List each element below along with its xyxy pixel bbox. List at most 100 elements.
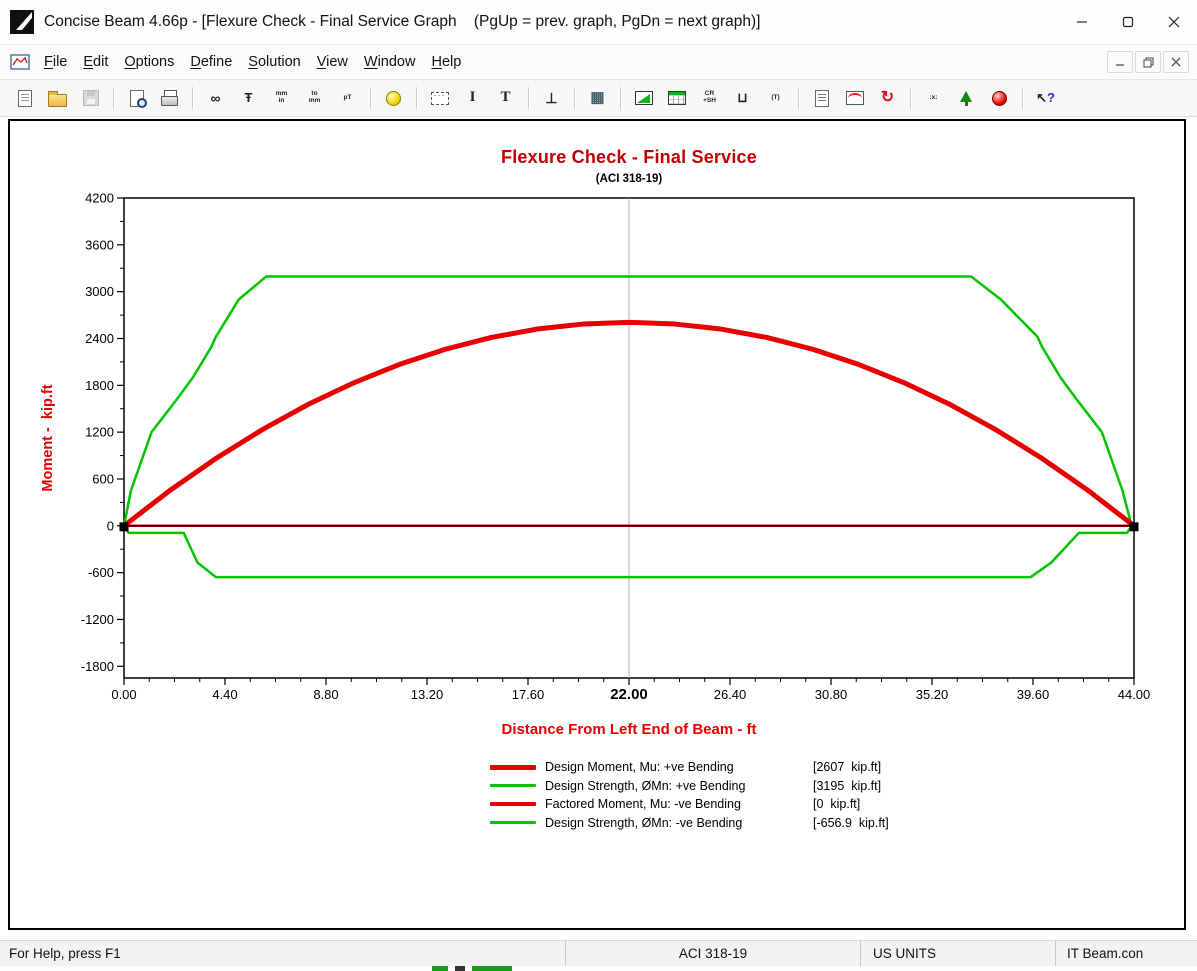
mdi-minimize-button[interactable]	[1107, 51, 1133, 73]
point-load-button[interactable]: pT	[333, 84, 363, 112]
decimal-x-icon: :x:	[930, 95, 938, 102]
units-mm-in-icon: mm in	[276, 91, 288, 105]
mdi-restore-button[interactable]	[1135, 51, 1161, 73]
units-to-mm-icon: to mm	[309, 91, 321, 105]
legend-line-sample	[490, 821, 536, 824]
x-tick-label: 39.60	[1017, 687, 1050, 702]
x-axis-label: Distance From Left End of Beam - ft	[124, 721, 1134, 738]
mdi-close-button[interactable]	[1163, 51, 1189, 73]
open-button[interactable]	[43, 84, 73, 112]
glasses-button[interactable]: ∞	[201, 84, 231, 112]
stirrup-button[interactable]: ⊔	[728, 84, 758, 112]
menu-item-view[interactable]: View	[309, 50, 356, 74]
toolbar-separator	[113, 87, 114, 109]
beam-section-button[interactable]: Ŧ	[234, 84, 264, 112]
y-tick-label: -600	[88, 565, 114, 580]
units-mm-in-button[interactable]: mm in	[267, 84, 297, 112]
graph-window-icon[interactable]	[10, 54, 30, 70]
legend-row: Design Strength, ØMn: +ve Bending[3195 k…	[490, 777, 889, 796]
legend-value: [-656.9 kip.ft]	[813, 816, 889, 830]
menu-item-file[interactable]: File	[36, 50, 75, 74]
legend-line-sample	[490, 784, 536, 787]
recalc-icon: ↻	[881, 90, 894, 107]
chart-legend: Design Moment, Mu: +ve Bending[2607 kip.…	[490, 758, 889, 832]
print-button[interactable]	[155, 84, 185, 112]
mdi-restore-icon	[1143, 57, 1154, 68]
menu-item-help[interactable]: Help	[423, 50, 469, 74]
x-tick-label: 17.60	[512, 687, 545, 702]
legend-line-sample	[490, 802, 536, 806]
context-help-button[interactable]: ↖?	[1031, 84, 1061, 112]
legend-value: [3195 kip.ft]	[813, 779, 881, 793]
t-section-button[interactable]: T	[491, 84, 521, 112]
torsion-button[interactable]: (T)	[761, 84, 791, 112]
menu-item-window[interactable]: Window	[356, 50, 424, 74]
calculator-button[interactable]: ▦	[583, 84, 613, 112]
graph-client-area: Flexure Check - Final Service (ACI 318-1…	[8, 119, 1186, 930]
toolbar-separator	[192, 87, 193, 109]
app-logo-icon	[10, 10, 34, 34]
close-button[interactable]	[1151, 0, 1197, 44]
ball-red-icon	[992, 91, 1007, 106]
series-3	[124, 526, 1132, 577]
y-tick-label: -1800	[81, 659, 114, 674]
menu-item-define[interactable]: Define	[182, 50, 240, 74]
toolbar-separator	[1022, 87, 1023, 109]
i-section-button[interactable]: I	[458, 84, 488, 112]
folder-icon	[48, 94, 67, 107]
question-icon: ?	[1047, 91, 1055, 105]
y-tick-label: 3600	[85, 237, 114, 252]
calculator-icon: ▦	[590, 90, 604, 106]
y-tick-label: 600	[92, 471, 114, 486]
report-button[interactable]	[807, 84, 837, 112]
red-ball-button[interactable]	[985, 84, 1015, 112]
y-tick-label: 1200	[85, 425, 114, 440]
creep-shrinkage-icon: CR +SH	[703, 91, 716, 105]
legend-row: Design Moment, Mu: +ve Bending[2607 kip.…	[490, 758, 889, 777]
menu-item-options[interactable]: Options	[116, 50, 182, 74]
page-icon	[18, 90, 32, 107]
status-file-name: IT Beam.con	[1055, 941, 1197, 966]
decimal-x-button[interactable]: :x:	[919, 84, 949, 112]
menu-items: FileEditOptionsDefineSolutionViewWindowH…	[36, 50, 1107, 74]
support-icon: ⊥	[545, 91, 557, 106]
stirrup-icon: ⊔	[737, 91, 747, 105]
new-button[interactable]	[10, 84, 40, 112]
series-1	[124, 276, 1132, 525]
printer-icon	[161, 93, 178, 106]
close-icon	[1168, 16, 1180, 28]
menu-item-edit[interactable]: Edit	[75, 50, 116, 74]
end-marker	[120, 522, 129, 531]
dotted-box-icon	[431, 92, 449, 105]
table-icon	[668, 91, 686, 105]
support-button[interactable]: ⊥	[537, 84, 567, 112]
moment-diagram-button[interactable]	[629, 84, 659, 112]
graph-button[interactable]	[840, 84, 870, 112]
x-tick-label: 35.20	[916, 687, 949, 702]
toolbar: ∞ Ŧmm in to mm pT IT ⊥ ▦ CR +SH ⊔ (T) ↻ :x: ↖?	[0, 80, 1197, 117]
x-tick-label: 0.00	[111, 687, 136, 702]
recalc-button[interactable]: ↻	[873, 84, 903, 112]
toolbar-separator	[574, 87, 575, 109]
minimize-button[interactable]	[1059, 0, 1105, 44]
beam-section-icon: Ŧ	[245, 91, 253, 105]
units-to-mm-button[interactable]: to mm	[300, 84, 330, 112]
glasses-icon: ∞	[211, 91, 221, 106]
creep-shrinkage-button[interactable]: CR +SH	[695, 84, 725, 112]
tree-button[interactable]	[952, 84, 982, 112]
menu-bar: FileEditOptionsDefineSolutionViewWindowH…	[0, 45, 1197, 80]
save-button[interactable]	[76, 84, 106, 112]
menu-item-solution[interactable]: Solution	[240, 50, 308, 74]
legend-line-sample	[490, 765, 536, 770]
y-tick-label: 2400	[85, 331, 114, 346]
results-table-button[interactable]	[662, 84, 692, 112]
section-grid-button[interactable]	[425, 84, 455, 112]
legend-value: [0 kip.ft]	[813, 797, 860, 811]
page-zoom-icon	[130, 90, 144, 107]
x-tick-label: 22.00	[610, 686, 648, 703]
print-preview-button[interactable]	[122, 84, 152, 112]
background-window-sliver	[0, 966, 1197, 971]
yellow-ball-button[interactable]	[379, 84, 409, 112]
maximize-button[interactable]	[1105, 0, 1151, 44]
legend-label: Factored Moment, Mu: -ve Bending	[545, 797, 813, 811]
